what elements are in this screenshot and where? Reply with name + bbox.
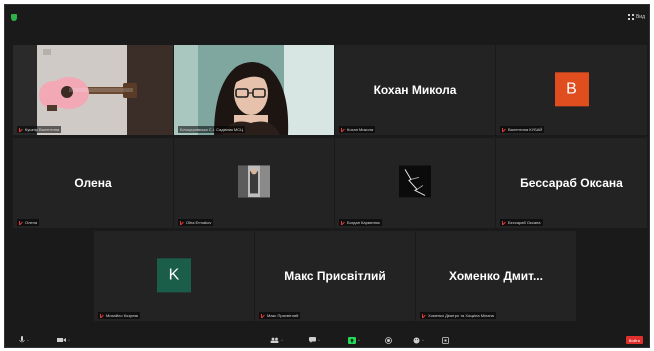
- mic-muted-icon: [19, 220, 23, 225]
- record-control[interactable]: [385, 336, 392, 344]
- share-screen-control[interactable]: ^: [348, 336, 360, 344]
- mic-control[interactable]: ^: [19, 336, 29, 344]
- meeting-toolbar: ^ ^ ^ ^ ^ ^ Вийти: [5, 333, 649, 347]
- zoom-window: Вид Кушнір Валентина Білоцерківська С.І.…: [4, 4, 650, 348]
- mic-muted-icon: [341, 127, 345, 132]
- mic-muted-icon: [502, 220, 506, 225]
- participant-tile-7[interactable]: Богдан Кармелюк: [335, 138, 495, 228]
- participant-name: Макс Присвітлий: [284, 269, 386, 283]
- profile-thumbnail: [399, 165, 431, 198]
- mic-muted-icon: [341, 220, 345, 225]
- participant-caption: Кушнір Валентина: [17, 126, 62, 133]
- participant-caption: Olha Ermakov: [178, 219, 214, 226]
- participant-name: Олена: [74, 176, 112, 190]
- mic-muted-icon: [180, 220, 184, 225]
- view-toggle[interactable]: Вид: [627, 14, 645, 20]
- avatar: В: [554, 72, 589, 107]
- chevron-up-icon[interactable]: ^: [358, 338, 360, 343]
- apps-icon: [442, 336, 449, 344]
- participant-tile-9[interactable]: K Михайло Козуляк: [94, 231, 254, 321]
- participant-caption: Богдан Кармелюк: [339, 219, 382, 226]
- chevron-up-icon[interactable]: ^: [281, 338, 283, 343]
- shield-icon[interactable]: [11, 14, 17, 21]
- share-screen-icon: [348, 336, 356, 344]
- participant-caption: Хоменко Дмитро та Хоцкіна Мілана: [420, 312, 496, 319]
- participant-tile-4[interactable]: В Валентина КУБАЙ: [496, 45, 647, 135]
- microphone-icon: [19, 336, 25, 343]
- video-camera-icon: [57, 338, 66, 342]
- avatar: K: [157, 258, 191, 293]
- mic-muted-icon: [422, 313, 426, 318]
- chat-icon: [309, 337, 316, 343]
- mic-muted-icon: [261, 313, 265, 318]
- view-label: Вид: [635, 14, 645, 20]
- participant-caption: Олена: [17, 219, 40, 226]
- participant-tile-10[interactable]: Макс Присвітлий Макс Присвітлий: [255, 231, 415, 321]
- participant-tile-8[interactable]: Бессараб Оксана Бессараб Оксана: [496, 138, 647, 228]
- participant-name: Бессараб Оксана: [520, 176, 623, 190]
- participants-control[interactable]: ^: [270, 336, 283, 344]
- profile-thumbnail: [238, 165, 270, 198]
- participant-tile-6[interactable]: Olha Ermakov: [174, 138, 334, 228]
- chevron-up-icon[interactable]: ^: [27, 338, 29, 343]
- leave-button[interactable]: Вийти: [625, 336, 643, 344]
- video-control[interactable]: ^: [57, 336, 70, 344]
- participant-tile-5[interactable]: Олена Олена: [13, 138, 173, 228]
- participant-name: Кохан Микола: [373, 83, 457, 97]
- participant-name: Хоменко Дмит...: [449, 269, 543, 283]
- chat-control[interactable]: ^: [309, 336, 320, 344]
- guitar-video: [13, 45, 173, 135]
- participant-tile-1[interactable]: Кушнір Валентина: [13, 45, 173, 135]
- participant-caption: Бессараб Оксана: [500, 219, 543, 226]
- reactions-icon: [413, 337, 420, 343]
- reactions-control[interactable]: ^: [413, 336, 424, 344]
- participant-caption: Валентина КУБАЙ: [500, 126, 545, 133]
- woman-video: [174, 45, 334, 135]
- participant-tile-2[interactable]: Білоцерківська С.І. Садівник МСЦ: [174, 45, 334, 135]
- top-bar: Вид: [5, 5, 649, 45]
- participant-caption: Михайло Козуляк: [98, 312, 141, 319]
- chevron-up-icon[interactable]: ^: [422, 338, 424, 343]
- record-icon: [385, 336, 392, 344]
- chevron-up-icon[interactable]: ^: [318, 338, 320, 343]
- grid-icon: [627, 14, 634, 20]
- chevron-up-icon[interactable]: ^: [68, 338, 70, 343]
- participants-icon: [270, 337, 279, 343]
- mic-muted-icon: [100, 313, 104, 318]
- participant-tile-3[interactable]: Кохан Микола Кохан Микола: [335, 45, 495, 135]
- mic-muted-icon: [19, 127, 23, 132]
- participant-tile-11[interactable]: Хоменко Дмит... Хоменко Дмитро та Хоцкін…: [416, 231, 576, 321]
- participant-caption: Макс Присвітлий: [259, 312, 301, 319]
- participant-caption: Білоцерківська С.І. Садівник МСЦ: [178, 126, 246, 133]
- participant-caption: Кохан Микола: [339, 126, 376, 133]
- mic-muted-icon: [502, 127, 506, 132]
- apps-control[interactable]: [442, 336, 449, 344]
